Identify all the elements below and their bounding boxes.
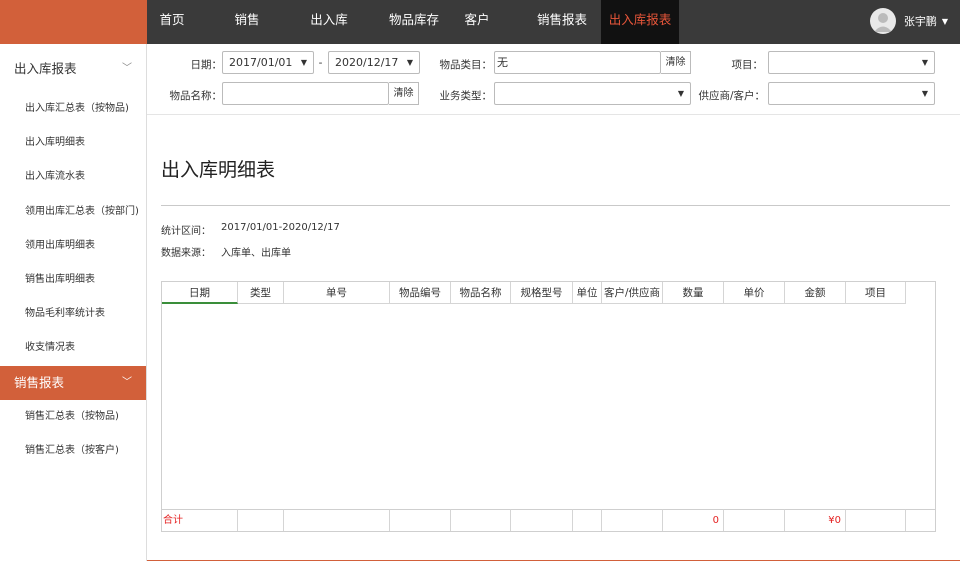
total-cell bbox=[284, 509, 390, 531]
total-cell bbox=[390, 509, 451, 531]
source-label: 数据来源： bbox=[161, 248, 211, 259]
avatar bbox=[869, 8, 896, 34]
page-title: 出入库明细表 bbox=[161, 159, 276, 181]
sidebar-item-sales-out-detail[interactable]: 销售出库明细表 bbox=[0, 263, 146, 297]
sidebar-item-gross-margin[interactable]: 物品毛利率统计表 bbox=[0, 297, 146, 331]
sidebar-item-inout-flow[interactable]: 出入库流水表 bbox=[0, 160, 146, 194]
total-cell bbox=[238, 509, 284, 531]
nav-inout-report[interactable]: 出入库报表 bbox=[601, 0, 679, 44]
biz-type-select[interactable]: ▼ bbox=[494, 82, 691, 105]
date-to-select[interactable]: 2020/12/17 ▼ bbox=[328, 51, 420, 74]
total-cell bbox=[602, 509, 663, 531]
supplier-label: 供应商/客户： bbox=[698, 90, 765, 102]
nav-customer[interactable]: 客户 bbox=[452, 0, 502, 44]
category-value: 无 bbox=[497, 56, 508, 69]
total-cell bbox=[511, 509, 573, 531]
sidebar-section-label: 出入库报表 bbox=[14, 61, 77, 76]
date-label: 日期： bbox=[190, 59, 223, 71]
filter-bar: 日期： 2017/01/01 ▼ - 2020/12/17 ▼ 物品类目： 无 … bbox=[147, 44, 960, 115]
brand-block bbox=[0, 0, 147, 44]
caret-down-icon: ▼ bbox=[406, 58, 413, 67]
item-name-input[interactable] bbox=[222, 82, 389, 105]
project-select[interactable]: ▼ bbox=[768, 51, 935, 74]
column-header-item-code[interactable]: 物品编号 bbox=[390, 282, 451, 304]
caret-down-icon: ▼ bbox=[921, 58, 928, 67]
user-icon bbox=[873, 13, 892, 32]
total-cell bbox=[906, 509, 935, 531]
nav-home[interactable]: 首页 bbox=[147, 0, 197, 44]
sidebar-item-inout-summary[interactable]: 出入库汇总表（按物品) bbox=[0, 92, 146, 126]
date-from-value: 2017/01/01 bbox=[229, 56, 293, 69]
sidebar-item-usage-detail[interactable]: 领用出库明细表 bbox=[0, 229, 146, 263]
column-header-type[interactable]: 类型 bbox=[238, 282, 284, 304]
category-label: 物品类目： bbox=[439, 59, 493, 71]
column-header-quantity[interactable]: 数量 bbox=[663, 282, 724, 304]
column-header-unit[interactable]: 单位 bbox=[573, 282, 602, 304]
supplier-select[interactable]: ▼ bbox=[768, 82, 935, 105]
total-cell bbox=[724, 509, 785, 531]
nav-sales[interactable]: 销售 bbox=[222, 0, 272, 44]
column-header-partner[interactable]: 客户/供应商 bbox=[602, 282, 663, 304]
sidebar-item-inout-detail[interactable]: 出入库明细表 bbox=[0, 126, 146, 160]
report-table: 日期 类型 单号 物品编号 物品名称 规格型号 单位 客户/供应商 数量 单价 … bbox=[161, 281, 936, 532]
biz-type-label: 业务类型： bbox=[439, 90, 493, 102]
column-header-amount[interactable]: 金额 bbox=[785, 282, 846, 304]
caret-down-icon: ▼ bbox=[677, 89, 684, 98]
caret-down-icon: ▼ bbox=[921, 89, 928, 98]
column-header-order-no[interactable]: 单号 bbox=[284, 282, 390, 304]
sidebar-item-usage-summary[interactable]: 领用出库汇总表（按部门) bbox=[0, 195, 146, 229]
top-nav: 首页 销售 出入库 物品库存 客户 销售报表 出入库报表 张宇鹏 ▼ bbox=[147, 0, 960, 44]
column-header-unit-price[interactable]: 单价 bbox=[724, 282, 785, 304]
date-separator: - bbox=[318, 57, 323, 69]
caret-down-icon: ▼ bbox=[941, 16, 948, 26]
date-to-value: 2020/12/17 bbox=[335, 56, 399, 69]
column-header-project[interactable]: 项目 bbox=[846, 282, 906, 304]
period-value: 2017/01/01-2020/12/17 bbox=[221, 222, 340, 233]
nav-inventory[interactable]: 物品库存 bbox=[379, 0, 449, 44]
sidebar: 出入库报表 ﹀ 出入库汇总表（按物品) 出入库明细表 出入库流水表 领用出库汇总… bbox=[0, 44, 147, 561]
category-input[interactable]: 无 bbox=[494, 51, 661, 74]
column-header-date[interactable]: 日期 bbox=[162, 282, 238, 304]
sidebar-item-sales-by-customer[interactable]: 销售汇总表（按客户) bbox=[0, 434, 146, 468]
nav-sales-report[interactable]: 销售报表 bbox=[527, 0, 597, 44]
total-cell bbox=[451, 509, 511, 531]
item-name-clear-button[interactable]: 清除 bbox=[389, 82, 419, 105]
chevron-down-icon: ﹀ bbox=[122, 63, 132, 74]
sidebar-item-sales-by-item[interactable]: 销售汇总表（按物品) bbox=[0, 400, 146, 434]
category-clear-button[interactable]: 清除 bbox=[661, 51, 691, 74]
sidebar-section-inout-report[interactable]: 出入库报表 ﹀ bbox=[0, 44, 146, 92]
total-amount: ¥0 bbox=[785, 509, 846, 531]
total-quantity: 0 bbox=[663, 509, 724, 531]
total-cell bbox=[573, 509, 602, 531]
project-label: 项目： bbox=[731, 59, 764, 71]
column-header-item-name[interactable]: 物品名称 bbox=[451, 282, 511, 304]
caret-down-icon: ▼ bbox=[300, 58, 307, 67]
sidebar-item-income-expense[interactable]: 收支情况表 bbox=[0, 331, 146, 365]
user-name: 张宇鹏 bbox=[903, 15, 937, 28]
period-label: 统计区间： bbox=[161, 226, 211, 237]
sidebar-section-sales-report[interactable]: 销售报表 ﹀ bbox=[0, 365, 146, 400]
column-header-spec[interactable]: 规格型号 bbox=[511, 282, 573, 304]
divider bbox=[161, 205, 950, 206]
chevron-down-icon: ﹀ bbox=[122, 376, 132, 388]
sidebar-section-label: 销售报表 bbox=[14, 374, 65, 390]
item-name-label: 物品名称： bbox=[169, 90, 223, 102]
nav-inout[interactable]: 出入库 bbox=[299, 0, 359, 44]
user-menu[interactable]: 张宇鹏 ▼ bbox=[869, 6, 948, 36]
total-cell bbox=[846, 509, 906, 531]
total-label: 合计 bbox=[162, 509, 238, 531]
date-from-select[interactable]: 2017/01/01 ▼ bbox=[222, 51, 314, 74]
source-value: 入库单、出库单 bbox=[221, 248, 291, 259]
